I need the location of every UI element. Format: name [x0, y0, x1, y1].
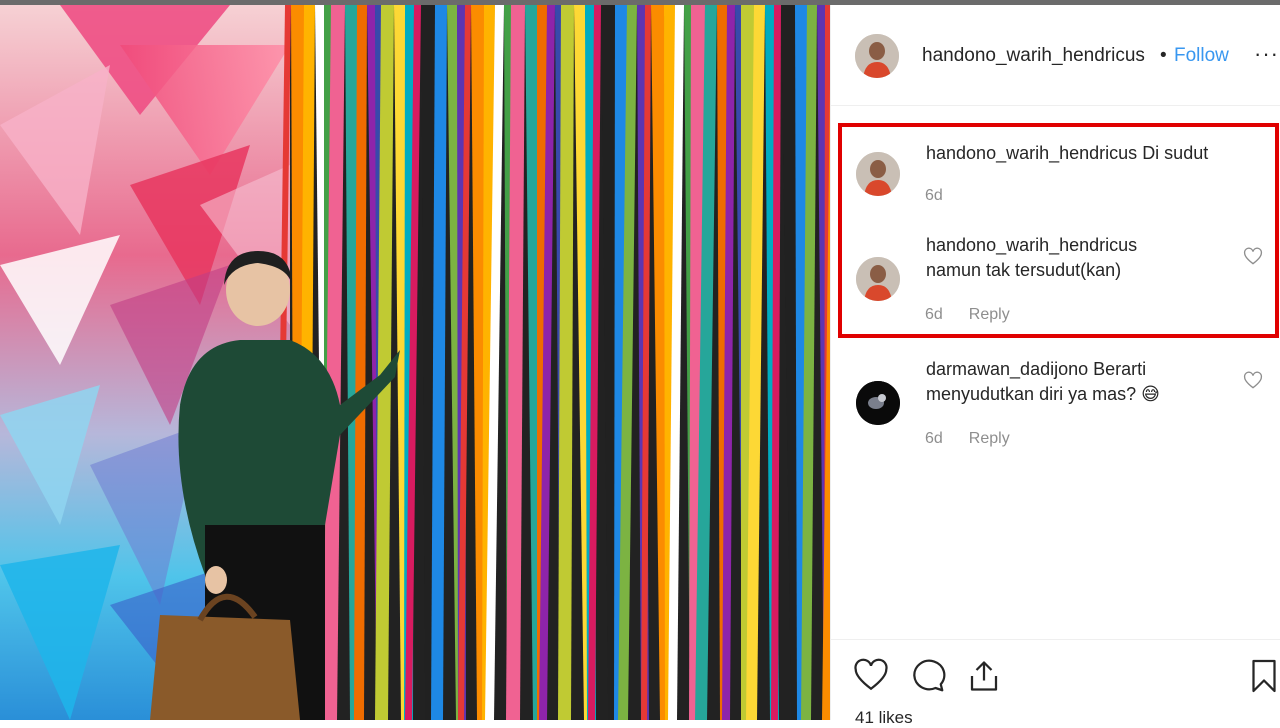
follow-button[interactable]: Follow — [1174, 45, 1229, 67]
author-avatar[interactable] — [855, 34, 899, 78]
like-comment-heart-icon[interactable] — [1243, 247, 1263, 267]
comment-meta: 6d Reply — [925, 306, 1010, 324]
commenter-avatar[interactable] — [856, 381, 900, 425]
post-actions-bar: 41 likes — [831, 639, 1280, 727]
likes-count[interactable]: 41 likes — [855, 708, 913, 728]
share-icon[interactable] — [966, 658, 1002, 694]
comment-text: Di sudut — [1142, 143, 1209, 163]
comment-body: handono_warih_hendricus namun tak tersud… — [926, 233, 1236, 283]
reply-button[interactable]: Reply — [969, 306, 1010, 323]
comment-body: handono_warih_hendricus Di sudut — [926, 141, 1236, 166]
comment-meta: 6d Reply — [925, 430, 1010, 448]
post-header: handono_warih_hendricus • Follow ··· — [831, 5, 1280, 106]
comment-username[interactable]: handono_warih_hendricus — [926, 143, 1137, 163]
bookmark-icon[interactable] — [1249, 658, 1279, 694]
comment-text: namun tak tersudut(kan) — [926, 260, 1122, 280]
post-photo[interactable] — [0, 5, 830, 720]
comment-body: darmawan_dadijono Berarti menyudutkan di… — [926, 357, 1236, 407]
comment-username[interactable]: handono_warih_hendricus — [926, 233, 1236, 258]
reply-button[interactable]: Reply — [969, 430, 1010, 447]
comment-time[interactable]: 6d — [925, 430, 943, 447]
header-separator: • — [1160, 45, 1167, 66]
like-comment-heart-icon[interactable] — [1243, 371, 1263, 391]
comment-username[interactable]: darmawan_dadijono — [926, 359, 1088, 379]
comment-time[interactable]: 6d — [925, 187, 943, 204]
comment-time[interactable]: 6d — [925, 306, 943, 323]
like-heart-icon[interactable] — [853, 658, 889, 694]
commenter-avatar[interactable] — [856, 257, 900, 301]
comments-panel: handono_warih_hendricus • Follow ··· han… — [830, 5, 1280, 727]
more-options-icon[interactable]: ··· — [1254, 41, 1279, 67]
commenter-avatar[interactable] — [856, 152, 900, 196]
author-username[interactable]: handono_warih_hendricus — [922, 45, 1145, 67]
comment-bubble-icon[interactable] — [910, 658, 946, 694]
post-image — [0, 5, 830, 720]
comment-meta: 6d — [925, 187, 943, 205]
